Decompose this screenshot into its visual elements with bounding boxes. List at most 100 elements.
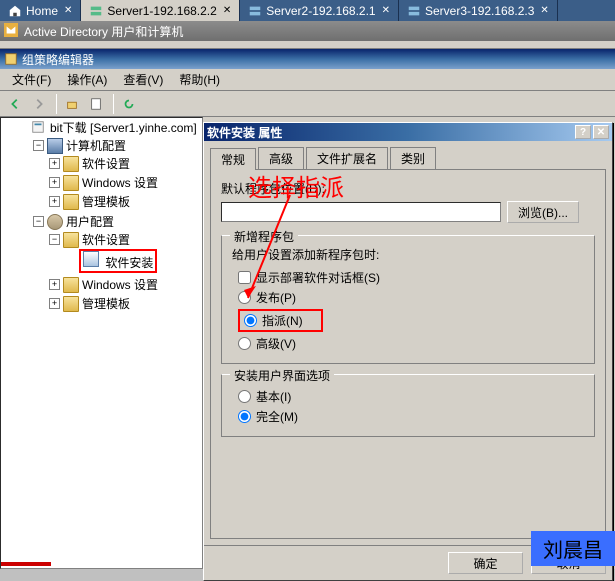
tree-windows-settings-user[interactable]: + Windows 设置 xyxy=(49,276,202,293)
user-icon xyxy=(47,214,63,230)
tree-label: 计算机配置 xyxy=(66,137,126,154)
props-button[interactable] xyxy=(85,93,107,115)
forward-button[interactable] xyxy=(28,93,50,115)
radio-label: 基本(I) xyxy=(256,388,291,405)
show-deploy-dialog-checkbox[interactable] xyxy=(238,271,251,284)
tree-label: bit下载 [Server1.yinhe.com] xyxy=(50,119,197,136)
tab-server1[interactable]: Server1-192.168.2.2 ✕ xyxy=(81,0,240,21)
folder-icon xyxy=(63,175,79,191)
server-icon xyxy=(407,4,421,18)
tree-software-settings[interactable]: + 软件设置 xyxy=(49,155,202,172)
publish-radio[interactable] xyxy=(238,291,251,304)
tree-label: 软件设置 xyxy=(82,231,130,248)
tree-admin-templates-user[interactable]: + 管理模板 xyxy=(49,295,202,312)
tree-label: Windows 设置 xyxy=(82,276,158,293)
expand-icon[interactable]: + xyxy=(49,177,60,188)
default-pkg-label: 默认程序包位置(D): xyxy=(221,180,595,197)
tree-computer-config[interactable]: − 计算机配置 xyxy=(33,137,202,154)
tree-label: 用户配置 xyxy=(66,213,114,230)
menu-action[interactable]: 操作(A) xyxy=(59,69,115,90)
folder-icon xyxy=(63,296,79,312)
radio-label: 完全(M) xyxy=(256,408,298,425)
back-button[interactable] xyxy=(4,93,26,115)
folder-icon xyxy=(63,277,79,293)
tab-label: Home xyxy=(26,4,58,18)
menu-file[interactable]: 文件(F) xyxy=(4,69,59,90)
tab-strip: 常规 高级 文件扩展名 类别 xyxy=(210,147,606,169)
new-pkg-hint: 给用户设置添加新程序包时: xyxy=(232,246,584,263)
tree-software-install[interactable]: 软件安装 xyxy=(65,249,202,273)
tree-label: 管理模板 xyxy=(82,295,130,312)
tree-label: 软件安装 xyxy=(105,256,153,270)
tab-home[interactable]: Home ✕ xyxy=(0,0,81,21)
ok-button[interactable]: 确定 xyxy=(448,552,523,574)
help-button[interactable]: ? xyxy=(575,125,591,139)
tree-software-settings-user[interactable]: − 软件设置 xyxy=(49,231,202,248)
tree-label: 管理模板 xyxy=(82,193,130,210)
close-icon[interactable]: ✕ xyxy=(223,5,231,16)
collapse-icon[interactable]: − xyxy=(33,216,44,227)
close-icon[interactable]: ✕ xyxy=(382,5,390,16)
tree-windows-settings[interactable]: + Windows 设置 xyxy=(49,174,202,191)
menu-bar: 文件(F) 操作(A) 查看(V) 帮助(H) xyxy=(0,69,615,91)
ad-icon xyxy=(4,23,20,39)
expand-icon[interactable]: + xyxy=(49,279,60,290)
gp-icon xyxy=(4,52,18,66)
software-install-icon xyxy=(83,251,99,267)
toolbar xyxy=(0,91,615,117)
up-button[interactable] xyxy=(61,93,83,115)
tab-server3[interactable]: Server3-192.168.2.3 ✕ xyxy=(399,0,558,21)
dialog-title-text: 软件安装 属性 xyxy=(207,124,282,141)
folder-icon xyxy=(63,194,79,210)
tab-general[interactable]: 常规 xyxy=(210,148,256,170)
tab-server2[interactable]: Server2-192.168.2.1 ✕ xyxy=(240,0,399,21)
tree-pane[interactable]: bit下载 [Server1.yinhe.com] − 计算机配置 +软件设置 … xyxy=(0,117,203,569)
gp-title-text: 组策略编辑器 xyxy=(22,51,94,68)
collapse-icon[interactable]: − xyxy=(33,140,44,151)
expand-icon[interactable]: + xyxy=(49,158,60,169)
radio-label: 发布(P) xyxy=(256,289,296,306)
advanced-radio[interactable] xyxy=(238,337,251,350)
basic-radio[interactable] xyxy=(238,390,251,403)
tab-extensions[interactable]: 文件扩展名 xyxy=(306,147,388,169)
home-icon xyxy=(8,4,22,18)
ad-title-bar: Active Directory 用户和计算机 xyxy=(0,21,615,41)
tree-root[interactable]: bit下载 [Server1.yinhe.com] xyxy=(17,119,202,136)
new-package-group: 给用户设置添加新程序包时: 显示部署软件对话框(S) 发布(P) 指派(N) 高… xyxy=(221,235,595,364)
tree-user-config[interactable]: − 用户配置 xyxy=(33,213,202,230)
policy-icon xyxy=(31,120,47,136)
tab-label: Server1-192.168.2.2 xyxy=(107,4,216,18)
close-icon[interactable]: ✕ xyxy=(64,5,72,16)
default-pkg-input[interactable] xyxy=(221,202,501,222)
menu-view[interactable]: 查看(V) xyxy=(115,69,171,90)
gp-title-bar: 组策略编辑器 xyxy=(0,49,615,69)
status-strip xyxy=(1,562,51,566)
checkbox-label: 显示部署软件对话框(S) xyxy=(256,269,380,286)
radio-label: 指派(N) xyxy=(262,312,303,329)
dialog-title-bar[interactable]: 软件安装 属性 ? ✕ xyxy=(204,123,612,141)
tab-categories[interactable]: 类别 xyxy=(390,147,436,169)
server-icon xyxy=(89,4,103,18)
expand-icon[interactable]: + xyxy=(49,196,60,207)
top-tab-bar: Home ✕ Server1-192.168.2.2 ✕ Server2-192… xyxy=(0,0,615,21)
collapse-icon[interactable]: − xyxy=(49,234,60,245)
tree-admin-templates[interactable]: + 管理模板 xyxy=(49,193,202,210)
full-radio[interactable] xyxy=(238,410,251,423)
folder-icon xyxy=(63,156,79,172)
folder-icon xyxy=(63,232,79,248)
close-icon[interactable]: ✕ xyxy=(540,5,548,16)
assign-radio[interactable] xyxy=(244,314,257,327)
tree-label: Windows 设置 xyxy=(82,174,158,191)
watermark: 刘晨昌 xyxy=(531,531,615,566)
close-button[interactable]: ✕ xyxy=(593,125,609,139)
browse-button[interactable]: 浏览(B)... xyxy=(507,201,579,223)
tab-label: Server2-192.168.2.1 xyxy=(266,4,375,18)
menu-help[interactable]: 帮助(H) xyxy=(171,69,228,90)
tree-label: 软件设置 xyxy=(82,155,130,172)
expand-icon[interactable]: + xyxy=(49,298,60,309)
refresh-button[interactable] xyxy=(118,93,140,115)
tab-advanced[interactable]: 高级 xyxy=(258,147,304,169)
radio-label: 高级(V) xyxy=(256,335,296,352)
tab-label: Server3-192.168.2.3 xyxy=(425,4,534,18)
tab-panel-general: 默认程序包位置(D): 浏览(B)... 给用户设置添加新程序包时: 显示部署软… xyxy=(210,169,606,539)
